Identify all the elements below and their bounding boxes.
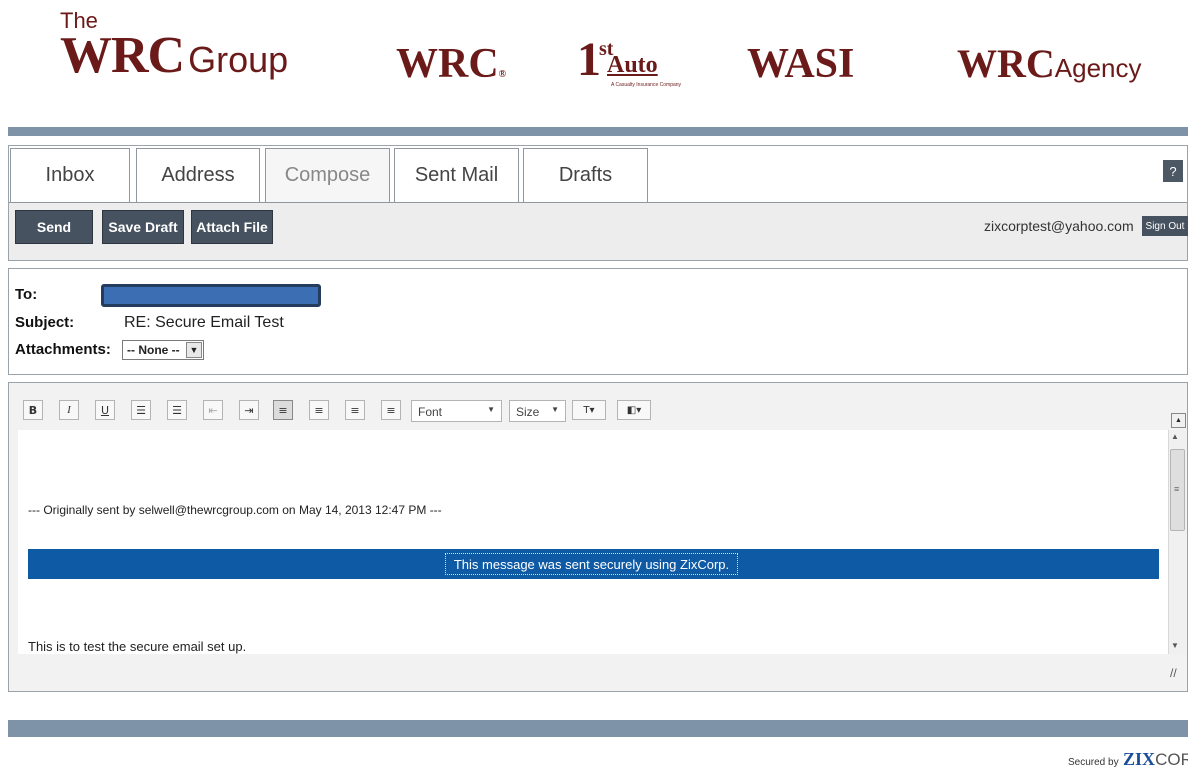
attachments-label: Attachments: bbox=[15, 341, 111, 358]
resize-handle-icon[interactable]: // bbox=[1170, 666, 1177, 680]
secure-message-banner: This message was sent securely using Zix… bbox=[28, 549, 1159, 579]
secured-by-text: Secured by bbox=[1068, 757, 1119, 768]
justify-icon[interactable]: ≡ bbox=[381, 400, 401, 420]
wrc-agency-logo-wrc: WRC bbox=[957, 41, 1055, 86]
corp-wordmark: CORP bbox=[1155, 750, 1188, 769]
unordered-list-icon[interactable]: ☰ bbox=[167, 400, 187, 420]
subject-label: Subject: bbox=[15, 314, 75, 331]
original-sender-line: --- Originally sent by selwell@thewrcgro… bbox=[28, 503, 442, 517]
align-right-icon[interactable]: ≡ bbox=[345, 400, 365, 420]
font-family-dropdown[interactable]: Font ▼ bbox=[411, 400, 502, 422]
secured-by-zixcorp-logo: Secured by ZIXCORP bbox=[1068, 749, 1188, 770]
indent-icon[interactable]: ⇥ bbox=[239, 400, 259, 420]
first-auto-logo-auto: Auto bbox=[607, 52, 658, 78]
tab-drafts[interactable]: Drafts bbox=[523, 148, 648, 202]
zix-wordmark: ZIX bbox=[1123, 749, 1156, 769]
tab-address[interactable]: Address bbox=[136, 148, 260, 202]
wrc-logo: WRC® bbox=[396, 40, 506, 88]
help-button[interactable]: ? bbox=[1163, 160, 1183, 182]
wrc-logo-reg: ® bbox=[498, 69, 507, 80]
highlight-color-icon[interactable]: ◧▾ bbox=[617, 400, 651, 420]
tab-sent-mail[interactable]: Sent Mail bbox=[394, 148, 519, 202]
scrollbar-thumb[interactable]: ≡ bbox=[1170, 449, 1185, 531]
text-color-icon[interactable]: T▾ bbox=[572, 400, 606, 420]
first-auto-logo: 1 st Auto A Casualty Insurance Company bbox=[577, 33, 681, 92]
size-dropdown-label: Size bbox=[516, 405, 540, 419]
to-field[interactable] bbox=[101, 284, 321, 307]
align-center-icon[interactable]: ≡ bbox=[309, 400, 329, 420]
first-auto-logo-one: 1 bbox=[577, 33, 601, 86]
save-draft-button[interactable]: Save Draft bbox=[102, 210, 184, 244]
send-button[interactable]: Send bbox=[15, 210, 93, 244]
bold-icon[interactable]: B bbox=[23, 400, 43, 420]
italic-icon[interactable]: I bbox=[59, 400, 79, 420]
header-divider-bar bbox=[8, 127, 1188, 136]
message-body-text: This is to test the secure email set up. bbox=[28, 639, 247, 654]
editor-content-area[interactable] bbox=[18, 430, 1168, 654]
font-size-dropdown[interactable]: Size ▼ bbox=[509, 400, 566, 422]
wrc-agency-logo-agency: Agency bbox=[1054, 53, 1142, 83]
tab-inbox[interactable]: Inbox bbox=[10, 148, 130, 202]
attach-file-button[interactable]: Attach File bbox=[191, 210, 273, 244]
subject-field[interactable]: RE: Secure Email Test bbox=[124, 314, 284, 332]
attachments-selected-value: -- None -- bbox=[127, 343, 180, 357]
underline-icon[interactable]: U bbox=[95, 400, 115, 420]
to-label: To: bbox=[15, 286, 38, 303]
wrc-logo-text: WRC bbox=[396, 41, 499, 87]
font-dropdown-label: Font bbox=[418, 405, 443, 419]
scroll-down-icon[interactable]: ▼ bbox=[1171, 641, 1179, 650]
sign-out-button[interactable]: Sign Out bbox=[1142, 216, 1188, 236]
chevron-down-icon: ▼ bbox=[551, 405, 559, 414]
ordered-list-icon[interactable]: ☰ bbox=[131, 400, 151, 420]
wrc-group-logo-wrc: WRC bbox=[60, 27, 185, 84]
wrc-agency-logo: WRCAgency bbox=[957, 40, 1142, 87]
grip-icon: ≡ bbox=[1174, 484, 1180, 494]
user-email: zixcorptest@yahoo.com bbox=[984, 218, 1134, 234]
align-left-icon[interactable]: ≡ bbox=[273, 400, 293, 420]
footer-divider-bar bbox=[8, 720, 1188, 737]
wrc-group-logo-group: Group bbox=[188, 39, 289, 80]
attachments-select[interactable]: -- None -- ▼ bbox=[122, 340, 204, 360]
tab-compose[interactable]: Compose bbox=[265, 148, 390, 202]
editor-expand-icon[interactable]: ▲ bbox=[1171, 413, 1186, 428]
chevron-down-icon: ▼ bbox=[487, 405, 495, 414]
wrc-group-logo: WRC Group bbox=[60, 26, 288, 85]
secure-message-text: This message was sent securely using Zix… bbox=[445, 553, 738, 575]
scroll-up-icon[interactable]: ▲ bbox=[1171, 432, 1179, 441]
chevron-down-icon: ▼ bbox=[186, 342, 202, 358]
outdent-icon[interactable]: ⇤ bbox=[203, 400, 223, 420]
wasi-logo: WASI bbox=[747, 41, 855, 87]
first-auto-logo-tagline: A Casualty Insurance Company bbox=[611, 82, 682, 88]
